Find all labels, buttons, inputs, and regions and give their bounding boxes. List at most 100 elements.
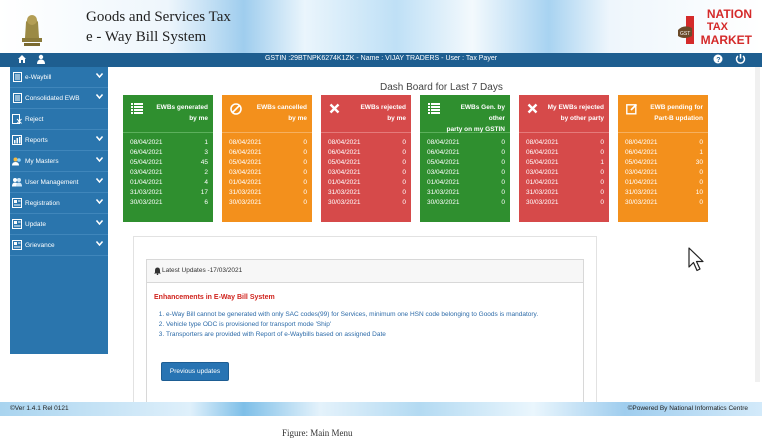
card-row[interactable]: 03/04/2021 2 xyxy=(123,168,213,178)
card-row[interactable]: 05/04/2021 0 xyxy=(222,158,312,168)
card-title: EWBs generated by me xyxy=(156,104,208,122)
card-row[interactable]: 06/04/2021 0 xyxy=(321,148,411,158)
card-row[interactable]: 06/04/2021 0 xyxy=(222,148,312,158)
chevron-down-icon xyxy=(96,73,103,78)
app-subtitle: e - Way Bill System xyxy=(86,29,207,45)
sidebar-item-label: e-Waybill xyxy=(25,73,52,81)
help-icon[interactable]: ? xyxy=(713,54,723,64)
card-row[interactable]: 01/04/2021 0 xyxy=(618,178,708,188)
update-icon xyxy=(12,219,22,229)
card-row[interactable]: 05/04/2021 1 xyxy=(519,158,609,168)
sidebar-item-label: User Management xyxy=(25,178,79,186)
chevron-down-icon xyxy=(96,178,103,183)
chevron-down-icon xyxy=(96,136,103,141)
card-row[interactable]: 01/04/2021 0 xyxy=(519,178,609,188)
app-header: Goods and Services Tax e - Way Bill Syst… xyxy=(0,0,762,53)
card-row[interactable]: 03/04/2021 0 xyxy=(222,168,312,178)
card-row[interactable]: 05/04/2021 0 xyxy=(321,158,411,168)
latest-updates-panel: Latest Updates -17/03/2021 Enhancements … xyxy=(146,259,584,407)
card-row[interactable]: 08/04/2021 0 xyxy=(519,138,609,148)
card-ewbs-cancelled[interactable]: EWBs cancelled by me 08/04/2021 0 06/04/20… xyxy=(222,95,312,222)
card-ewbs-generated[interactable]: EWBs generated by me 08/04/2021 1 06/04/20… xyxy=(123,95,213,222)
sidebar-item-e-waybill[interactable]: e-Waybill xyxy=(10,67,108,88)
power-icon[interactable] xyxy=(735,53,746,64)
sidebar-item-reports[interactable]: Reports xyxy=(10,130,108,151)
card-row[interactable]: 30/03/2021 0 xyxy=(618,198,708,208)
page-scrollbar[interactable] xyxy=(755,67,760,382)
gst-badge-icon: GST xyxy=(678,16,694,44)
chevron-down-icon xyxy=(96,94,103,99)
sidebar-item-label: Registration xyxy=(25,199,60,207)
sidebar-item-user-management[interactable]: User Management xyxy=(10,172,108,193)
sidebar-item-registration[interactable]: Registration xyxy=(10,193,108,214)
masters-icon xyxy=(12,156,22,166)
card-row[interactable]: 08/04/2021 1 xyxy=(123,138,213,148)
sidebar-item-reject[interactable]: Reject xyxy=(10,109,108,130)
card-row[interactable]: 01/04/2021 4 xyxy=(123,178,213,188)
previous-updates-button[interactable]: Previous updates xyxy=(161,362,229,381)
card-row[interactable]: 06/04/2021 3 xyxy=(123,148,213,158)
card-my-ewbs-rejected[interactable]: My EWBs rejected by other party 08/04/202… xyxy=(519,95,609,222)
card-row[interactable]: 08/04/2021 0 xyxy=(321,138,411,148)
sidebar-item-consolidated-ewb[interactable]: Consolidated EWB xyxy=(10,88,108,109)
card-row[interactable]: 05/04/2021 45 xyxy=(123,158,213,168)
list-icon xyxy=(131,103,143,114)
card-row[interactable]: 30/03/2021 0 xyxy=(420,198,510,208)
report-icon xyxy=(12,135,22,145)
chevron-down-icon xyxy=(96,241,103,246)
card-row[interactable]: 30/03/2021 0 xyxy=(321,198,411,208)
sidebar-menu: e-Waybill Consolidated EWB Reject Report… xyxy=(10,67,108,354)
card-row[interactable]: 08/04/2021 0 xyxy=(420,138,510,148)
card-title: EWBs rejected by me xyxy=(360,104,406,122)
dashboard-title: Dash Board for Last 7 Days xyxy=(380,82,503,93)
sidebar-item-grievance[interactable]: Grievance xyxy=(10,235,108,256)
card-row[interactable]: 03/04/2021 0 xyxy=(519,168,609,178)
powered-by-text: ©Powered By National Informatics Centre xyxy=(627,405,748,412)
updates-header-text: Latest Updates -17/03/2021 xyxy=(162,267,243,274)
card-row[interactable]: 01/04/2021 0 xyxy=(222,178,312,188)
bell-icon xyxy=(154,267,161,275)
reject-icon xyxy=(12,114,22,124)
card-row[interactable]: 08/04/2021 0 xyxy=(618,138,708,148)
card-row[interactable]: 03/04/2021 0 xyxy=(420,168,510,178)
card-row[interactable]: 01/04/2021 0 xyxy=(321,178,411,188)
sidebar-item-update[interactable]: Update xyxy=(10,214,108,235)
cancel-icon xyxy=(230,103,242,115)
app-footer: ©Ver 1.4.1 Rel 0121 ©Powered By National… xyxy=(0,402,762,416)
card-row[interactable]: 06/04/2021 0 xyxy=(519,148,609,158)
card-row[interactable]: 05/04/2021 30 xyxy=(618,158,708,168)
card-ewbs-by-other-party[interactable]: EWBs Gen. by other party on my GSTIN 08/0… xyxy=(420,95,510,222)
card-row[interactable]: 31/03/2021 10 xyxy=(618,188,708,198)
grievance-icon xyxy=(12,240,22,250)
x-icon xyxy=(527,103,538,114)
card-row[interactable]: 30/03/2021 6 xyxy=(123,198,213,208)
sidebar-item-label: Reject xyxy=(25,115,44,123)
card-ewbs-rejected[interactable]: EWBs rejected by me 08/04/2021 0 06/04/202… xyxy=(321,95,411,222)
card-row[interactable]: 03/04/2021 0 xyxy=(321,168,411,178)
card-row[interactable]: 03/04/2021 0 xyxy=(618,168,708,178)
card-row[interactable]: 31/03/2021 0 xyxy=(222,188,312,198)
x-icon xyxy=(329,103,340,114)
card-ewb-pending-part-b[interactable]: EWB pending for Part-B updation 08/04/202… xyxy=(618,95,708,222)
document-icon xyxy=(12,72,22,82)
mouse-cursor-icon xyxy=(688,247,704,272)
card-row[interactable]: 08/04/2021 0 xyxy=(222,138,312,148)
update-item: e-Way Bill cannot be generated with only… xyxy=(166,310,576,320)
card-title: EWBs cancelled by me xyxy=(256,104,307,122)
card-row[interactable]: 31/03/2021 0 xyxy=(420,188,510,198)
card-row[interactable]: 01/04/2021 0 xyxy=(420,178,510,188)
card-row[interactable]: 06/04/2021 0 xyxy=(420,148,510,158)
card-row[interactable]: 05/04/2021 0 xyxy=(420,158,510,168)
card-row[interactable]: 31/03/2021 0 xyxy=(321,188,411,198)
card-row[interactable]: 31/03/2021 17 xyxy=(123,188,213,198)
chevron-down-icon xyxy=(96,220,103,225)
sidebar-item-my-masters[interactable]: My Masters xyxy=(10,151,108,172)
card-row[interactable]: 06/04/2021 1 xyxy=(618,148,708,158)
card-row[interactable]: 30/03/2021 0 xyxy=(222,198,312,208)
card-row[interactable]: 31/03/2021 0 xyxy=(519,188,609,198)
sidebar-item-label: Reports xyxy=(25,136,48,144)
update-item: Vehicle type ODC is provisioned for tran… xyxy=(166,320,576,330)
update-item: Transporters are provided with Report of… xyxy=(166,330,576,340)
nation-tax-market-logo: GST NATION TAX MARKET xyxy=(678,6,756,50)
card-row[interactable]: 30/03/2021 0 xyxy=(519,198,609,208)
